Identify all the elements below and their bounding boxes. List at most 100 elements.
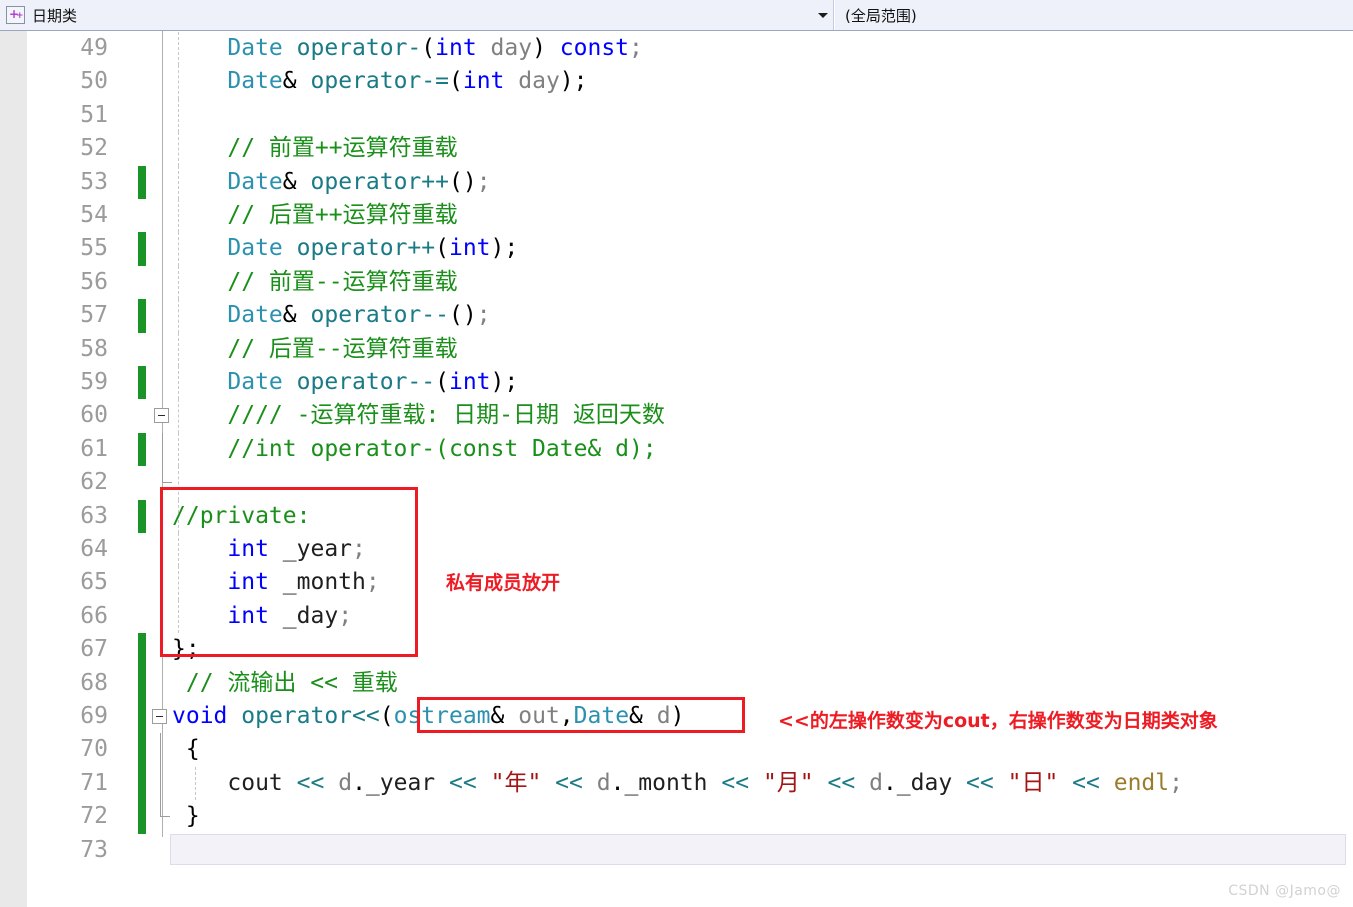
line-number: 65 xyxy=(80,569,108,596)
change-indicator-bar xyxy=(138,165,146,199)
code-line[interactable]: 59 Date operator--(int); xyxy=(0,366,1353,400)
code-token: ( xyxy=(435,369,449,395)
line-number: 64 xyxy=(80,536,108,562)
change-indicator-bar xyxy=(138,633,146,667)
code-text: // 前置--运算符重载 xyxy=(172,266,457,299)
code-token: out xyxy=(518,703,560,729)
code-line[interactable]: 67}; xyxy=(0,633,1353,667)
code-token: ) xyxy=(532,35,546,61)
line-number: 66 xyxy=(80,602,108,629)
line-number: 60 xyxy=(80,402,108,429)
code-token: Date xyxy=(227,35,283,61)
code-line[interactable]: 73 xyxy=(0,833,1353,867)
code-line[interactable]: 55 Date operator++(int); xyxy=(0,232,1353,266)
code-token: int xyxy=(462,68,505,95)
fold-collapse-icon[interactable] xyxy=(152,709,167,724)
code-token: endl xyxy=(1113,769,1170,796)
code-token: ) xyxy=(670,703,685,729)
code-token: << xyxy=(966,769,994,796)
code-line[interactable]: 70 { xyxy=(0,733,1353,767)
code-line[interactable]: 56 // 前置--运算符重载 xyxy=(0,265,1353,300)
code-token: _year xyxy=(282,536,353,562)
code-line[interactable]: 62 xyxy=(0,466,1353,500)
code-text: cout << d._year << "年" << d._month << "月… xyxy=(172,767,1183,800)
code-line[interactable]: 52 // 前置++运算符重载 xyxy=(0,132,1353,166)
line-number: 57 xyxy=(80,302,108,329)
code-line[interactable]: 63 //private: xyxy=(0,499,1353,533)
change-indicator-bar xyxy=(138,766,146,801)
code-line[interactable]: 66 int _day; xyxy=(0,599,1353,634)
code-line[interactable]: 51 xyxy=(0,98,1353,133)
code-token: // 后置++运算符重载 xyxy=(227,202,458,228)
code-token: int xyxy=(435,35,477,61)
code-line[interactable]: 58 // 后置--运算符重载 xyxy=(0,332,1353,366)
code-line[interactable]: 60 //// -运算符重载: 日期-日期 返回天数 xyxy=(0,399,1353,433)
code-token: int xyxy=(448,369,491,395)
code-line[interactable]: 53 Date& operator++(); xyxy=(0,165,1353,199)
code-token: int xyxy=(227,569,269,596)
code-token: _day xyxy=(282,602,339,629)
code-line[interactable]: 65 int _month; xyxy=(0,566,1353,600)
cpp-class-icon: + + xyxy=(6,6,25,24)
code-token: Date xyxy=(227,302,283,329)
line-number: 53 xyxy=(80,168,108,195)
code-line[interactable]: 49 Date operator-(int day) const; xyxy=(0,32,1353,66)
fold-collapse-icon[interactable] xyxy=(154,408,169,424)
code-editor[interactable]: 49 Date operator-(int day) const; 50 Date… xyxy=(0,31,1353,907)
code-line[interactable]: 50 Date& operator-=(int day); xyxy=(0,65,1353,99)
code-line[interactable]: 57 Date& operator--(); xyxy=(0,299,1353,333)
indent-guide xyxy=(178,466,179,500)
code-token: ; xyxy=(629,35,643,61)
line-number: 54 xyxy=(80,202,108,228)
operator-annotation: <<的左操作数变为cout，右操作数变为日期类对象 xyxy=(778,710,1218,732)
code-line[interactable]: 54 // 后置++运算符重载 xyxy=(0,199,1353,233)
class-selector-dropdown[interactable]: + + 日期类 xyxy=(0,0,834,30)
code-line[interactable]: 64 int _year; xyxy=(0,533,1353,567)
code-token: operator-= xyxy=(310,68,449,95)
code-token: Date xyxy=(227,235,283,262)
code-line[interactable]: 72 } xyxy=(0,800,1353,834)
line-number: 72 xyxy=(80,803,108,830)
code-token: int xyxy=(227,602,269,629)
code-token: , xyxy=(559,703,574,729)
code-line[interactable]: 61 //int operator-(const Date& d); xyxy=(0,432,1353,467)
code-token: //private: xyxy=(172,502,311,529)
code-text: int _year; xyxy=(172,533,366,566)
code-token: //// -运算符重载: 日期-日期 返回天数 xyxy=(227,402,665,429)
code-token: operator++ xyxy=(296,235,436,262)
code-token: ; xyxy=(476,302,491,329)
code-token: << xyxy=(1072,769,1100,796)
code-token: Date xyxy=(227,168,283,195)
line-number: 63 xyxy=(80,502,108,529)
code-token: & xyxy=(282,68,297,95)
fold-region-line xyxy=(160,766,161,801)
chevron-down-icon[interactable] xyxy=(813,0,833,30)
member-selector-dropdown[interactable]: (全局范围) xyxy=(834,0,1353,30)
code-line[interactable]: 71 cout << d._year << "年" << d._month <<… xyxy=(0,766,1353,801)
code-line[interactable]: 68 // 流输出 << 重载 xyxy=(0,666,1353,700)
code-token: Date xyxy=(227,68,283,95)
line-number: 49 xyxy=(80,35,108,61)
code-token: day xyxy=(518,68,560,95)
fold-minus-glyph xyxy=(158,415,165,417)
code-token: "日" xyxy=(1007,769,1059,796)
change-indicator-bar xyxy=(138,800,146,834)
line-number: 71 xyxy=(80,769,108,796)
code-token: ; xyxy=(365,569,380,596)
code-token: & xyxy=(282,302,297,329)
